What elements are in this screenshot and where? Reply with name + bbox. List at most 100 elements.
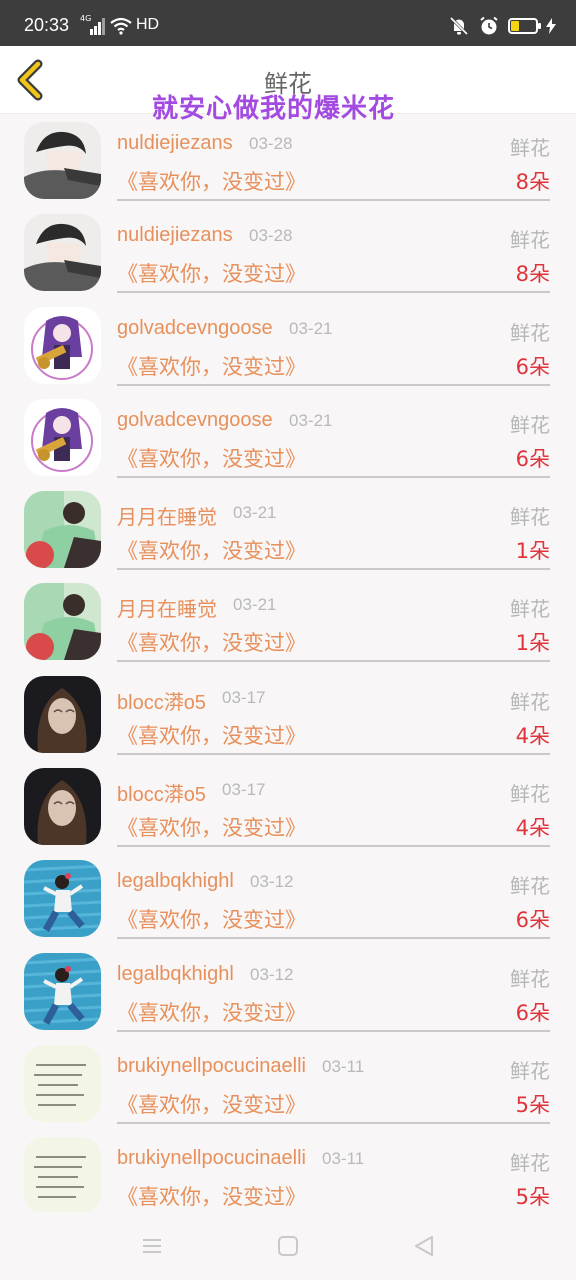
signal-icon: 4G [80,14,105,35]
gift-type: 鲜花 [510,874,550,899]
alarm-icon [480,16,498,35]
gift-date: 03-21 [233,503,277,523]
back-icon[interactable] [410,1232,438,1260]
gift-type: 鲜花 [510,597,550,622]
sender-name[interactable]: legalbqkhighl [117,870,234,893]
gift-type: 鲜花 [510,505,550,530]
avatar[interactable] [24,306,101,384]
gift-date: 03-21 [233,595,277,615]
gift-message: 《喜欢你，没变过》 [117,723,306,748]
home-icon[interactable] [274,1232,302,1260]
list-item[interactable]: 月月在睡觉 03-21 鲜花 《喜欢你，没变过》 1朵 [0,485,576,577]
divider [117,752,550,755]
status-bar: 20:33 4G HD [0,0,576,46]
gift-type: 鲜花 [510,228,550,253]
sender-name[interactable]: golvadcevngoose [117,317,273,340]
gift-date: 03-28 [249,134,293,153]
avatar[interactable] [24,1044,101,1122]
sender-name[interactable]: golvadcevngoose [117,409,273,432]
gift-type: 鲜花 [510,136,550,160]
gift-message: 《喜欢你，没变过》 [117,539,306,564]
avatar[interactable] [24,491,101,569]
list-item[interactable]: golvadcevngoose 03-21 鲜花 《喜欢你，没变过》 6朵 [0,393,576,485]
nav-bar [0,1212,576,1280]
list-item[interactable]: 月月在睡觉 03-21 鲜花 《喜欢你，没变过》 1朵 [0,577,576,669]
gift-count: 6朵 [515,908,550,933]
avatar[interactable] [24,214,101,292]
gift-message: 《喜欢你，没变过》 [117,354,306,379]
gift-message: 《喜欢你，没变过》 [117,1000,306,1025]
sender-name[interactable]: blocc漭o5 [117,686,206,715]
divider [117,568,550,571]
mute-icon [449,16,469,36]
list-item[interactable]: golvadcevngoose 03-21 鲜花 《喜欢你，没变过》 6朵 [0,301,576,393]
sender-name[interactable]: 月月在睡觉 [117,593,217,622]
sender-name[interactable]: blocc漭o5 [117,778,206,807]
gift-message: 《喜欢你，没变过》 [117,262,306,287]
divider [117,1029,550,1032]
divider [117,291,550,294]
gift-date: 03-12 [250,872,294,892]
list-item[interactable]: nuldiejiezans 03-28 鲜花 《喜欢你，没变过》 8朵 [0,116,576,208]
divider [117,383,550,386]
gift-count: 6朵 [515,446,550,471]
avatar[interactable] [24,122,101,199]
list-item[interactable]: legalbqkhighl 03-12 鲜花 《喜欢你，没变过》 6朵 [0,854,576,946]
list-item[interactable]: nuldiejiezans 03-28 鲜花 《喜欢你，没变过》 8朵 [0,208,576,300]
sender-name[interactable]: legalbqkhighl [117,963,234,986]
hd-label: HD [136,16,160,33]
gift-date: 03-21 [289,410,333,430]
gift-message: 《喜欢你，没变过》 [117,1092,306,1117]
gift-count: 8朵 [515,170,550,194]
wifi-icon [110,17,132,35]
gift-count: 8朵 [515,262,550,287]
network-label: 4G [80,14,92,23]
gift-message: 《喜欢你，没变过》 [117,170,306,194]
list-item[interactable]: blocc漭o5 03-17 鲜花 《喜欢你，没变过》 4朵 [0,670,576,762]
divider [117,845,550,848]
sender-name[interactable]: nuldiejiezans [117,224,233,247]
gift-type: 鲜花 [510,320,550,345]
gift-message: 《喜欢你，没变过》 [117,908,306,933]
gift-type: 鲜花 [510,782,550,807]
divider [117,937,550,940]
gift-date: 03-11 [322,1149,365,1169]
avatar[interactable] [24,675,101,753]
divider [117,660,550,663]
gift-count: 5朵 [515,1092,550,1117]
gift-count: 4朵 [515,816,550,841]
gift-type: 鲜花 [510,412,550,437]
menu-icon[interactable] [138,1232,166,1260]
avatar[interactable] [24,952,101,1030]
sender-name[interactable]: brukiynellpocucinaelli [117,1147,306,1170]
gift-date: 03-17 [222,687,266,707]
list-item[interactable]: brukiynellpocucinaelli 03-11 鲜花 《喜欢你，没变过… [0,1039,576,1131]
charging-icon [546,18,556,34]
sender-name[interactable]: 月月在睡觉 [117,501,217,530]
gift-date: 03-28 [249,226,293,246]
sender-name[interactable]: nuldiejiezans [117,132,233,155]
avatar[interactable] [24,860,101,938]
gift-date: 03-11 [322,1056,365,1076]
gift-count: 5朵 [515,1185,550,1210]
status-time: 20:33 [24,15,70,35]
gift-count: 4朵 [515,723,550,748]
gift-type: 鲜花 [510,1058,550,1083]
gift-type: 鲜花 [510,689,550,714]
gift-count: 1朵 [515,631,550,656]
gift-date: 03-21 [289,318,333,338]
gift-message: 《喜欢你，没变过》 [117,1185,306,1210]
gift-count: 6朵 [515,354,550,379]
gift-message: 《喜欢你，没变过》 [117,446,306,471]
gift-list: nuldiejiezans 03-28 鲜花 《喜欢你，没变过》 8朵 nuld… [0,116,576,1224]
avatar[interactable] [24,398,101,476]
list-item[interactable]: brukiynellpocucinaelli 03-11 鲜花 《喜欢你，没变过… [0,1131,576,1223]
divider [117,1121,550,1124]
avatar[interactable] [24,768,101,846]
gift-message: 《喜欢你，没变过》 [117,631,306,656]
list-item[interactable]: legalbqkhighl 03-12 鲜花 《喜欢你，没变过》 6朵 [0,947,576,1039]
sender-name[interactable]: brukiynellpocucinaelli [117,1055,306,1078]
avatar[interactable] [24,583,101,661]
avatar[interactable] [24,1137,101,1215]
list-item[interactable]: blocc漭o5 03-17 鲜花 《喜欢你，没变过》 4朵 [0,762,576,854]
